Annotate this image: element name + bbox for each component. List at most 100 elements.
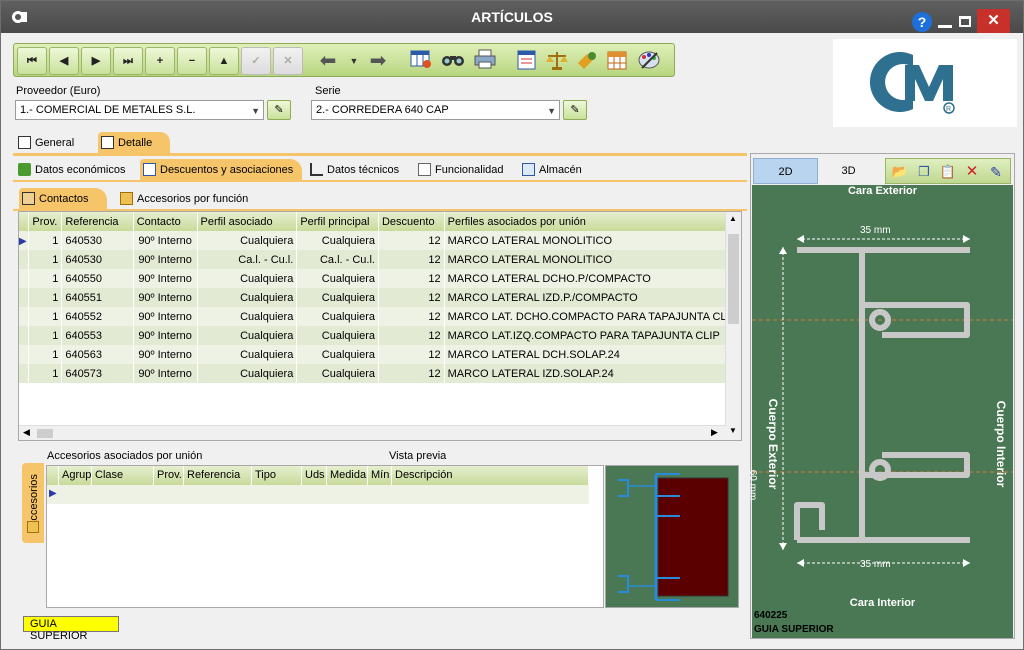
cell-referencia[interactable]: 640563 [61, 345, 134, 364]
cell-descuento[interactable]: 12 [378, 364, 445, 383]
cell-contacto[interactable]: 90º Interno [133, 364, 198, 383]
scroll-right-icon[interactable]: ▶ [711, 427, 718, 438]
col-referencia[interactable]: Referencia [61, 212, 134, 231]
table-row[interactable]: 1 640551 90º Interno Cualquiera Cualquie… [19, 288, 741, 307]
col-perfil-principal[interactable]: Perfil principal [296, 212, 379, 231]
serie-select[interactable]: 2.- CORREDERA 640 CAP ▼ [311, 100, 560, 120]
innertab-accesorios[interactable]: Accesorios por función [117, 188, 257, 210]
col-min[interactable]: Mín [368, 466, 392, 485]
edit-pencil-icon[interactable]: ✎ [984, 160, 1008, 184]
table-row[interactable]: ▶ [47, 485, 589, 504]
back-icon[interactable]: ⬅ [316, 49, 340, 73]
cell-descuento[interactable]: 12 [378, 326, 445, 345]
cell-contacto[interactable]: 90º Interno [133, 288, 198, 307]
paste-icon[interactable]: 📋 [936, 160, 960, 184]
col-prov[interactable]: Prov. [28, 212, 63, 231]
next-record-button[interactable]: ▶ [81, 47, 111, 75]
cell-prov[interactable]: 1 [28, 345, 63, 364]
cell-perfil-asociado[interactable]: Cualquiera [197, 307, 298, 326]
cell-contacto[interactable]: 90º Interno [133, 231, 198, 250]
cell-perfil-asociado[interactable]: Cualquiera [197, 288, 298, 307]
table-row[interactable]: 1 640553 90º Interno Cualquiera Cualquie… [19, 326, 741, 345]
first-record-button[interactable]: ⏮ [17, 47, 47, 75]
cell-perfil-principal[interactable]: Cualquiera [296, 231, 379, 250]
cell-perfil-principal[interactable]: Ca.l. - Cu.l. [296, 250, 379, 269]
cell-perfil-principal[interactable]: Cualquiera [296, 269, 379, 288]
table-row[interactable]: 1 640530 90º Interno Ca.l. - Cu.l. Ca.l.… [19, 250, 741, 269]
cell-perfiles-union[interactable]: MARCO LAT. DCHO.COMPACTO PARA TAPAJUNTA … [444, 307, 741, 326]
cell-prov[interactable]: 1 [28, 307, 63, 326]
col-referencia[interactable]: Referencia [184, 466, 252, 485]
scroll-left-icon[interactable]: ◀ [23, 427, 30, 438]
tab-accesorios-vertical[interactable]: Accesorios [22, 463, 44, 543]
cell-contacto[interactable]: 90º Interno [133, 269, 198, 288]
edit-serie-button[interactable]: ✎ [563, 100, 587, 120]
tab-detalle[interactable]: Detalle [98, 132, 170, 154]
accept-button[interactable]: ✓ [241, 47, 271, 75]
cell-perfiles-union[interactable]: MARCO LATERAL DCH.SOLAP.24 [444, 345, 741, 364]
balance-icon[interactable] [545, 49, 569, 73]
close-button[interactable]: ✕ [977, 9, 1010, 33]
cell-descuento[interactable]: 12 [378, 250, 445, 269]
cell-contacto[interactable]: 90º Interno [133, 345, 198, 364]
col-agrup[interactable]: Agrup [59, 466, 92, 485]
last-record-button[interactable]: ⏭ [113, 47, 143, 75]
tools-icon[interactable] [575, 49, 599, 73]
hscroll-thumb[interactable] [37, 429, 53, 438]
col-prov[interactable]: Prov. [154, 466, 184, 485]
cell-perfil-asociado[interactable]: Cualquiera [197, 326, 298, 345]
calendar-icon[interactable] [605, 49, 629, 73]
cell-descuento[interactable]: 12 [378, 345, 445, 364]
palette-icon[interactable] [637, 49, 661, 73]
cell-referencia[interactable]: 640573 [61, 364, 134, 383]
cell-prov[interactable]: 1 [28, 269, 63, 288]
delete-record-button[interactable]: − [177, 47, 207, 75]
cell-perfil-asociado[interactable]: Cualquiera [197, 231, 298, 250]
col-clase[interactable]: Clase [92, 466, 154, 485]
cell-referencia[interactable]: 640551 [61, 288, 134, 307]
cell-prov[interactable]: 1 [28, 326, 63, 345]
add-record-button[interactable]: + [145, 47, 175, 75]
col-medida[interactable]: Medida [327, 466, 368, 485]
cell-perfil-asociado[interactable]: Cualquiera [197, 269, 298, 288]
table-settings-icon[interactable] [409, 49, 433, 73]
tab-guia-superior[interactable]: GUIA SUPERIOR [23, 616, 119, 642]
edit-record-button[interactable]: ▲ [209, 47, 239, 75]
delete-icon[interactable]: ✕ [960, 160, 984, 184]
table-row[interactable]: 1 640573 90º Interno Cualquiera Cualquie… [19, 364, 741, 383]
table-row[interactable]: ▶ 1 640530 90º Interno Cualquiera Cualqu… [19, 231, 741, 250]
col-perfil-asociado[interactable]: Perfil asociado [197, 212, 298, 231]
table-row[interactable]: 1 640552 90º Interno Cualquiera Cualquie… [19, 307, 741, 326]
cell-prov[interactable]: 1 [28, 288, 63, 307]
col-contacto[interactable]: Contacto [133, 212, 198, 231]
col-descuento[interactable]: Descuento [378, 212, 445, 231]
grid-vertical-scrollbar[interactable]: ▲ ▼ [725, 212, 741, 440]
subtab-descuentos[interactable]: Descuentos y asociaciones [140, 159, 302, 181]
scroll-down-icon[interactable]: ▼ [729, 426, 737, 435]
cell-contacto[interactable]: 90º Interno [133, 326, 198, 345]
cell-perfil-principal[interactable]: Cualquiera [296, 288, 379, 307]
tab-3d[interactable]: 3D [821, 158, 876, 184]
cell-descuento[interactable]: 12 [378, 231, 445, 250]
cell-prov[interactable]: 1 [28, 364, 63, 383]
cell-referencia[interactable]: 640550 [61, 269, 134, 288]
print-icon[interactable] [473, 49, 497, 73]
cell-perfil-asociado[interactable]: Cualquiera [197, 345, 298, 364]
cell-descuento[interactable]: 12 [378, 269, 445, 288]
cell-perfiles-union[interactable]: MARCO LATERAL IZD.SOLAP.24 [444, 364, 741, 383]
cell-perfil-principal[interactable]: Cualquiera [296, 364, 379, 383]
subtab-funcionalidad[interactable]: Funcionalidad [415, 159, 513, 181]
grid-horizontal-scrollbar[interactable]: ◀ ▶ [19, 425, 726, 440]
col-uds[interactable]: Uds [302, 466, 327, 485]
table-row[interactable]: 1 640550 90º Interno Cualquiera Cualquie… [19, 269, 741, 288]
cancel-button[interactable]: ✕ [273, 47, 303, 75]
subtab-datos-tecnicos[interactable]: Datos técnicos [307, 159, 407, 181]
cell-contacto[interactable]: 90º Interno [133, 307, 198, 326]
col-perfiles-union[interactable]: Perfiles asociados por unión [444, 212, 741, 231]
cell-referencia[interactable]: 640530 [61, 250, 134, 269]
innertab-contactos[interactable]: Contactos [19, 188, 107, 210]
scroll-up-icon[interactable]: ▲ [729, 214, 737, 223]
cell-perfiles-union[interactable]: MARCO LATERAL DCHO.P/COMPACTO [444, 269, 741, 288]
cell-perfiles-union[interactable]: MARCO LATERAL MONOLITICO [444, 231, 741, 250]
cell-referencia[interactable]: 640552 [61, 307, 134, 326]
